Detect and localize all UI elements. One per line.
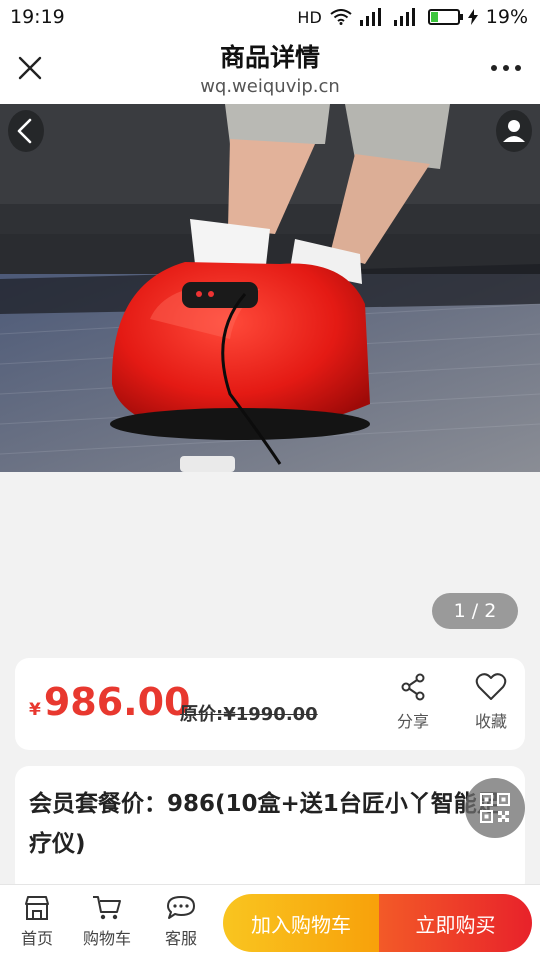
- add-to-cart-button[interactable]: 加入购物车: [223, 894, 379, 952]
- image-pager: 1 / 2: [432, 593, 518, 629]
- page-title: 商品详情: [219, 43, 320, 72]
- page-domain: wq.weiquvip.cn: [200, 76, 340, 97]
- share-label: 分享: [396, 712, 429, 731]
- network-label: HD: [297, 7, 322, 27]
- chevron-left-icon: [17, 118, 32, 144]
- tab-service[interactable]: 客服: [148, 895, 214, 949]
- current-price: ¥ 986.00: [29, 680, 190, 724]
- tab-service-label: 客服: [164, 929, 197, 948]
- price-value: 986.00: [43, 680, 191, 724]
- user-button[interactable]: [496, 110, 532, 152]
- product-info-card: 会员套餐价：986(10盒+送1台匠小丫智能足疗仪): [15, 766, 525, 896]
- battery-percent: 19%: [485, 6, 528, 28]
- buy-now-button[interactable]: 立即购买: [379, 894, 532, 952]
- share-button[interactable]: 分享: [383, 672, 443, 732]
- share-icon: [401, 673, 425, 701]
- qr-code-icon: [480, 793, 510, 823]
- status-icons: HD 19%: [297, 6, 528, 28]
- qr-code-button[interactable]: [465, 778, 525, 838]
- battery-icon: [427, 9, 463, 25]
- navigation-bar: 商品详情 wq.weiquvip.cn: [0, 34, 540, 104]
- product-title: 会员套餐价：986(10盒+送1台匠小丫智能足疗仪): [29, 791, 500, 857]
- foot-massager-photo: [0, 104, 540, 472]
- original-price: 原价:¥1990.00: [180, 704, 318, 725]
- product-image[interactable]: [0, 104, 540, 472]
- tab-home[interactable]: 首页: [4, 895, 70, 949]
- favorite-label: 收藏: [474, 712, 507, 731]
- store-icon: [25, 896, 49, 920]
- tab-home-label: 首页: [20, 929, 53, 948]
- favorite-button[interactable]: 收藏: [461, 672, 521, 732]
- status-time: 19:19: [10, 6, 65, 28]
- more-icon[interactable]: [490, 58, 522, 78]
- heart-icon: [475, 673, 507, 700]
- user-icon: [503, 120, 525, 142]
- tab-cart-label: 购物车: [82, 929, 131, 948]
- wifi-icon: [330, 9, 352, 25]
- status-bar: 19:19 HD 19%: [0, 0, 540, 34]
- tab-cart[interactable]: 购物车: [74, 895, 140, 949]
- price-card: ¥ 986.00 原价:¥1990.00 分享 收藏: [15, 658, 525, 750]
- battery-level: [430, 12, 438, 22]
- currency-symbol: ¥: [29, 700, 41, 720]
- signal-icon-2: [393, 8, 415, 26]
- cart-icon: [93, 896, 121, 920]
- chat-icon: [167, 896, 195, 919]
- charging-icon: [467, 9, 478, 25]
- bottom-action-bar: 首页 购物车 客服 加入购物车 立即购买: [0, 884, 540, 960]
- back-button[interactable]: [8, 110, 44, 152]
- signal-icon: [359, 8, 381, 26]
